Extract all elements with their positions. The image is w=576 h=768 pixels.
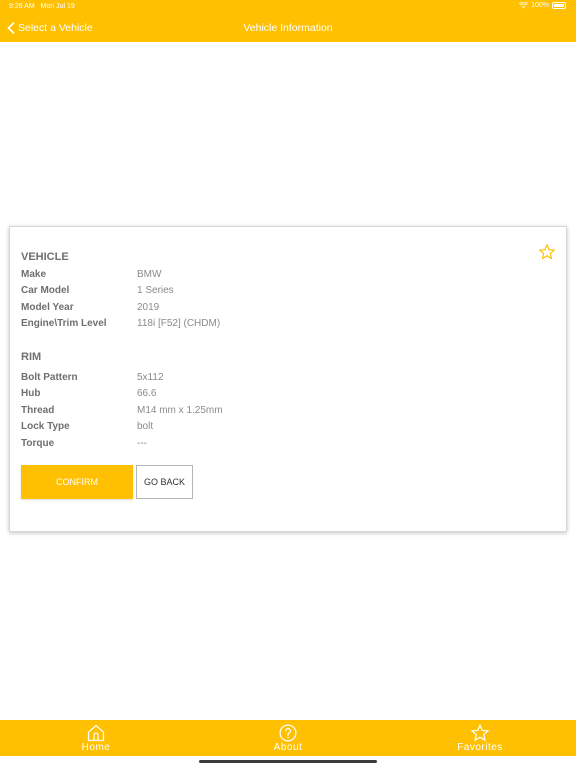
tab-home[interactable]: Home [0,720,192,756]
vehicle-row-engine: Engine\Trim Level 118i [F52] (CHDM) [21,318,551,334]
home-indicator[interactable] [199,760,377,763]
row-value: 1 Series [137,285,174,296]
home-icon [87,724,105,742]
rim-row-torque: Torque --- [21,438,551,454]
row-value: M14 mm x 1.25mm [137,405,223,416]
go-back-button[interactable]: GO BACK [136,465,193,499]
rim-row-lock-type: Lock Type bolt [21,421,551,437]
row-label: Lock Type [21,421,70,432]
row-label: Engine\Trim Level [21,318,107,329]
vehicle-row-year: Model Year 2019 [21,302,551,318]
row-label: Bolt Pattern [21,372,78,383]
status-bar: 9:26 AM Mon Jul 19 100% [0,0,576,14]
row-value: 118i [F52] (CHDM) [137,318,221,329]
rim-section-title: RIM [21,351,42,363]
row-value: BMW [137,269,162,280]
rim-row-thread: Thread M14 mm x 1.25mm [21,405,551,421]
row-value: 5x112 [137,372,164,383]
tab-bar: Home About Favorites [0,720,576,756]
tab-favorites[interactable]: Favorites [384,720,576,756]
tab-about[interactable]: About [192,720,384,756]
vehicle-row-make: Make BMW [21,269,551,285]
row-label: Make [21,269,47,280]
star-icon [471,724,489,741]
row-label: Torque [21,438,55,449]
status-right: 100% [519,2,566,9]
vehicle-section-title: VEHICLE [21,251,69,263]
wifi-icon [519,2,529,9]
status-time: 9:26 AM Mon Jul 19 [9,3,75,10]
question-circle-icon [279,724,297,742]
rim-row-hub: Hub 66.6 [21,388,551,404]
row-label: Hub [21,388,41,399]
row-label: Car Model [21,285,70,296]
tab-about-label: About [273,742,303,753]
status-time-text: 9:26 AM [9,3,35,10]
row-label: Model Year [21,302,74,313]
favorite-star-icon[interactable] [538,243,556,261]
tab-home-label: Home [81,742,111,753]
rim-row-bolt-pattern: Bolt Pattern 5x112 [21,372,551,388]
vehicle-row-model: Car Model 1 Series [21,285,551,301]
battery-icon [552,2,566,9]
confirm-button[interactable]: CONFIRM [21,465,133,499]
row-value: bolt [137,421,154,432]
page-title: Vehicle Information [243,22,333,34]
row-value: 2019 [137,302,160,313]
top-bar: 9:26 AM Mon Jul 19 100% Select a Vehicle… [0,0,576,42]
row-value: 66.6 [137,388,157,399]
vehicle-info-card: VEHICLE Make BMW Car Model 1 Series Mode… [9,226,567,532]
navigation-bar: Select a Vehicle Vehicle Information [0,14,576,42]
row-label: Thread [21,405,55,416]
status-date-text: Mon Jul 19 [40,3,75,10]
battery-percent: 100% [531,2,549,9]
tab-favorites-label: Favorites [457,742,503,753]
row-value: --- [137,438,147,449]
